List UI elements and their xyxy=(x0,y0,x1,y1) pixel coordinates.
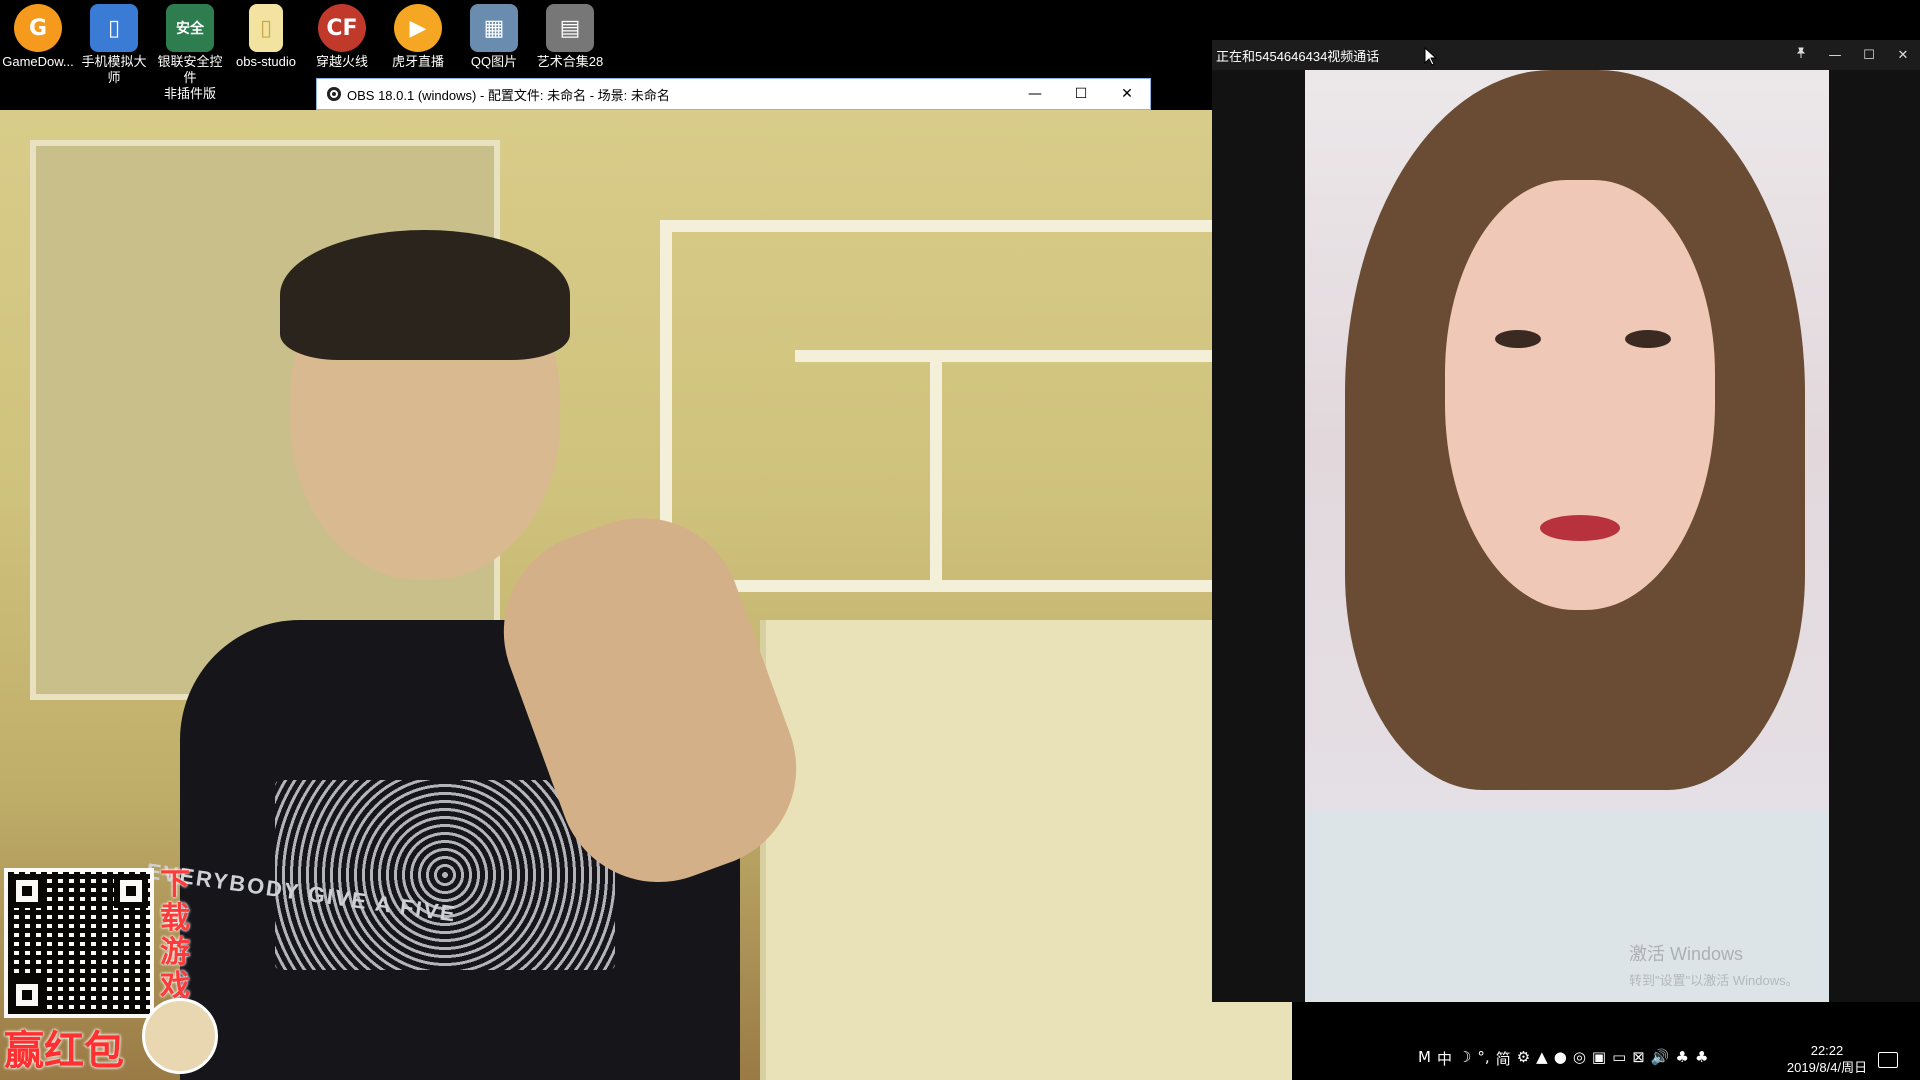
qr-finder xyxy=(114,874,148,908)
app-tray-icon[interactable]: ● xyxy=(1554,1048,1567,1069)
qr-promo-overlay: 下 载 游 戏 赢红包 xyxy=(4,868,218,1074)
simplified-icon[interactable]: 简 xyxy=(1496,1048,1511,1069)
gear-icon[interactable]: ⚙ xyxy=(1517,1048,1530,1069)
maximize-button[interactable]: ☐ xyxy=(1852,48,1886,63)
obs-window-title: OBS 18.0.1 (windows) - 配置文件: 未命名 - 场景: 未… xyxy=(347,87,670,103)
promo-char: 下 xyxy=(160,868,190,901)
desktop-icon-obs-studio[interactable]: ▯ obs-studio xyxy=(228,4,304,70)
qr-code xyxy=(4,868,154,1018)
app-tray-icon[interactable]: ♣ xyxy=(1676,1048,1689,1069)
desktop-icon-gamedownloader[interactable]: G GameDow... xyxy=(0,4,76,70)
app-tray-icon[interactable]: ▲ xyxy=(1536,1048,1548,1069)
desktop-icon-label: 手机模拟大师 xyxy=(81,54,147,85)
app-tray-icon[interactable]: ♣ xyxy=(1695,1048,1708,1069)
desktop-icon-qq-picture[interactable]: ▦ QQ图片 xyxy=(456,4,532,70)
volume-icon[interactable]: 🔊 xyxy=(1651,1048,1670,1069)
maximize-button[interactable]: ☐ xyxy=(1058,79,1104,109)
image-file-icon: ▦ xyxy=(470,4,518,52)
eye xyxy=(1625,330,1671,348)
folder-icon: ▯ xyxy=(249,4,283,52)
minimize-button[interactable]: — xyxy=(1012,79,1058,109)
network-icon[interactable]: ▭ xyxy=(1612,1048,1626,1069)
desktop-icon-crossfire[interactable]: CF 穿越火线 xyxy=(304,4,380,70)
promo-char: 载 xyxy=(160,902,190,935)
desktop-icons: G GameDow... ▯ 手机模拟大师 安全 银联安全控件 非插件版 ▯ o… xyxy=(0,0,1210,101)
desktop-icon-label: QQ图片 xyxy=(470,54,518,69)
eye xyxy=(1495,330,1541,348)
activate-windows-hint: 转到"设置"以激活 Windows。 xyxy=(1629,973,1799,988)
crossfire-icon: CF xyxy=(318,4,366,52)
desktop-icon-label: GameDow... xyxy=(2,54,74,69)
shelf xyxy=(930,350,942,590)
mouse-cursor-icon xyxy=(1424,47,1438,66)
pin-button[interactable] xyxy=(1784,47,1818,63)
phone-emulator-icon: ▯ xyxy=(90,4,138,52)
desktop-icon-label: 虎牙直播 xyxy=(391,54,444,69)
ime-chinese-icon[interactable]: 中 xyxy=(1437,1048,1452,1069)
download-game-text: 下 载 游 戏 xyxy=(160,868,194,1004)
clock-date: 2019/8/4/周日 xyxy=(1786,1060,1868,1075)
gamedownloader-icon: G xyxy=(14,4,62,52)
remote-video: 激活 Windows 转到"设置"以激活 Windows。 xyxy=(1305,70,1829,1002)
huya-icon: ▶ xyxy=(394,4,442,52)
moon-icon[interactable]: ☽ xyxy=(1458,1048,1471,1069)
desktop-icon-unionpay-security[interactable]: 安全 银联安全控件 非插件版 xyxy=(152,4,228,102)
desktop-icon-huya-live[interactable]: ▶ 虎牙直播 xyxy=(380,4,456,70)
app-tray-icon[interactable]: ▣ xyxy=(1592,1048,1606,1069)
activate-windows-watermark: 激活 Windows xyxy=(1629,944,1744,964)
obs-window-titlebar[interactable]: OBS 18.0.1 (windows) - 配置文件: 未命名 - 场景: 未… xyxy=(316,78,1151,110)
desktop-icon-label: 艺术合集28 xyxy=(536,54,604,69)
streamer xyxy=(180,220,825,1080)
notification-center-icon[interactable] xyxy=(1878,1052,1898,1068)
app-tray-icon[interactable]: ◎ xyxy=(1573,1048,1586,1069)
obs-logo-icon xyxy=(327,87,341,101)
video-call-titlebar[interactable]: 正在和54546464​34视频通话 — ☐ ✕ xyxy=(1212,40,1920,70)
desktop-icon-art-collection[interactable]: ▤ 艺术合集28 xyxy=(532,4,608,70)
hair xyxy=(280,230,570,360)
owl-mascot-icon xyxy=(142,998,218,1074)
desktop-icon-label: 银联安全控件 非插件版 xyxy=(157,54,223,101)
video-call-title: 正在和54546464​34视频通话 xyxy=(1216,48,1380,64)
tray-icons: M 中 ☽ °, 简 ⚙ ▲ ● ◎ ▣ ▭ ⊠ 🔊 ♣ ♣ xyxy=(1418,1048,1708,1069)
desktop-icon-label: obs-studio xyxy=(236,54,296,69)
minimize-button[interactable]: — xyxy=(1818,48,1852,63)
desktop-icon-label: 穿越火线 xyxy=(315,54,368,69)
win-red-packet-text: 赢红包 xyxy=(4,1029,124,1073)
lips xyxy=(1540,515,1620,541)
clock[interactable]: 22:22 2019/8/4/周日 xyxy=(1762,1042,1892,1076)
ime-mode-icon[interactable]: M xyxy=(1418,1048,1431,1069)
face xyxy=(1445,180,1715,610)
close-button[interactable]: ✕ xyxy=(1104,79,1150,109)
app-tray-icon[interactable]: ⊠ xyxy=(1632,1048,1645,1069)
image-file-icon: ▤ xyxy=(546,4,594,52)
punctuation-icon[interactable]: °, xyxy=(1477,1048,1489,1069)
promo-char: 游 xyxy=(160,936,190,969)
qr-finder xyxy=(10,978,44,1012)
system-tray: M 中 ☽ °, 简 ⚙ ▲ ● ◎ ▣ ▭ ⊠ 🔊 ♣ ♣ 22:22 201… xyxy=(1292,1002,1920,1080)
shield-icon: 安全 xyxy=(166,4,214,52)
close-button[interactable]: ✕ xyxy=(1886,48,1920,63)
qr-finder xyxy=(10,874,44,908)
pin-icon xyxy=(1796,47,1806,58)
desktop-icon-phone-emulator[interactable]: ▯ 手机模拟大师 xyxy=(76,4,152,86)
clock-time: 22:22 xyxy=(1810,1043,1844,1058)
